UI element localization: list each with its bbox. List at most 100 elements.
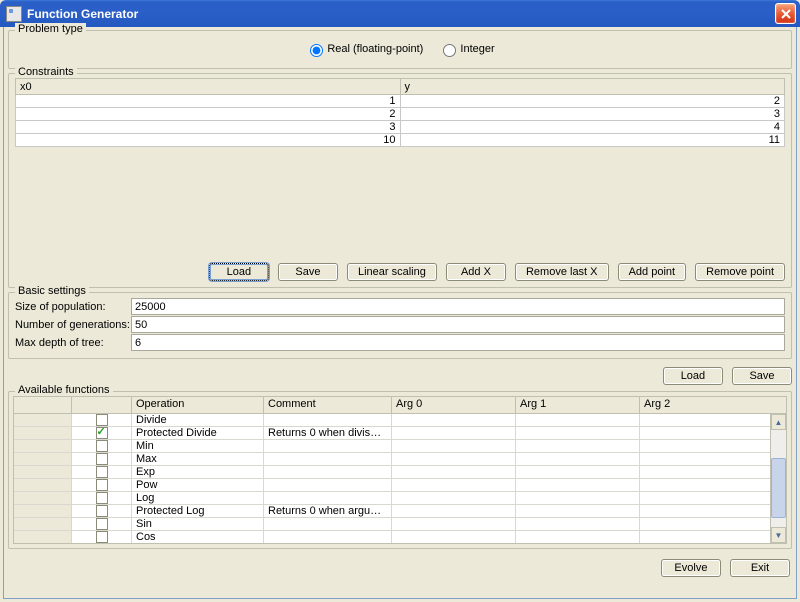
function-arg1[interactable]	[516, 414, 640, 426]
constraints-row[interactable]: 23	[16, 108, 785, 121]
exit-button[interactable]: Exit	[730, 559, 790, 577]
generations-input[interactable]	[131, 316, 785, 333]
remove-point-button[interactable]: Remove point	[695, 263, 785, 281]
function-checkbox-cell[interactable]	[72, 466, 132, 478]
function-arg1[interactable]	[516, 531, 640, 543]
scroll-down-button[interactable]: ▼	[771, 527, 786, 543]
load-constraints-button[interactable]: Load	[209, 263, 269, 281]
function-arg0[interactable]	[392, 492, 516, 504]
function-arg1[interactable]	[516, 479, 640, 491]
function-checkbox[interactable]	[96, 414, 108, 426]
radio-real-input[interactable]	[310, 44, 323, 57]
function-arg2[interactable]	[640, 492, 786, 504]
constraints-cell-x0[interactable]: 2	[16, 108, 401, 121]
scroll-up-button[interactable]: ▲	[771, 414, 786, 430]
function-checkbox-cell[interactable]	[72, 427, 132, 439]
functions-scrollbar[interactable]: ▲ ▼	[770, 414, 786, 543]
function-row[interactable]: Min	[14, 440, 786, 453]
function-arg1[interactable]	[516, 427, 640, 439]
function-row[interactable]: Log	[14, 492, 786, 505]
function-arg2[interactable]	[640, 518, 786, 530]
function-arg2[interactable]	[640, 414, 786, 426]
function-arg1[interactable]	[516, 466, 640, 478]
function-arg2[interactable]	[640, 453, 786, 465]
function-arg1[interactable]	[516, 453, 640, 465]
scroll-thumb[interactable]	[771, 458, 786, 518]
function-row[interactable]: Protected DivideReturns 0 when divisor i…	[14, 427, 786, 440]
function-arg0[interactable]	[392, 414, 516, 426]
constraints-cell-x0[interactable]: 10	[16, 134, 401, 147]
function-checkbox-cell[interactable]	[72, 518, 132, 530]
constraints-cell-y[interactable]: 4	[400, 121, 785, 134]
constraints-header-y[interactable]: y	[400, 79, 785, 95]
functions-header-arg1[interactable]: Arg 1	[516, 397, 640, 413]
function-checkbox[interactable]	[96, 492, 108, 504]
function-row[interactable]: Divide	[14, 414, 786, 427]
function-arg0[interactable]	[392, 427, 516, 439]
function-row[interactable]: Cos	[14, 531, 786, 544]
radio-real[interactable]: Real (floating-point)	[305, 41, 423, 57]
function-checkbox-cell[interactable]	[72, 531, 132, 543]
function-checkbox-cell[interactable]	[72, 453, 132, 465]
scroll-track[interactable]	[771, 430, 786, 527]
function-arg2[interactable]	[640, 466, 786, 478]
function-arg1[interactable]	[516, 440, 640, 452]
save-constraints-button[interactable]: Save	[278, 263, 338, 281]
function-row[interactable]: Pow	[14, 479, 786, 492]
function-checkbox[interactable]	[96, 427, 108, 439]
function-arg0[interactable]	[392, 531, 516, 543]
linear-scaling-button[interactable]: Linear scaling	[347, 263, 437, 281]
functions-table[interactable]: Operation Comment Arg 0 Arg 1 Arg 2 Divi…	[13, 396, 787, 544]
function-arg2[interactable]	[640, 479, 786, 491]
add-point-button[interactable]: Add point	[618, 263, 686, 281]
function-arg2[interactable]	[640, 505, 786, 517]
functions-header-operation[interactable]: Operation	[132, 397, 264, 413]
function-checkbox-cell[interactable]	[72, 505, 132, 517]
function-arg0[interactable]	[392, 479, 516, 491]
constraints-row[interactable]: 12	[16, 95, 785, 108]
function-checkbox-cell[interactable]	[72, 492, 132, 504]
function-row[interactable]: Protected LogReturns 0 when argument is …	[14, 505, 786, 518]
function-arg2[interactable]	[640, 440, 786, 452]
function-row[interactable]: Max	[14, 453, 786, 466]
function-arg0[interactable]	[392, 453, 516, 465]
function-arg0[interactable]	[392, 505, 516, 517]
add-x-button[interactable]: Add X	[446, 263, 506, 281]
function-arg0[interactable]	[392, 466, 516, 478]
constraints-table[interactable]: x0 y 1223341011	[15, 78, 785, 147]
function-arg2[interactable]	[640, 427, 786, 439]
function-checkbox[interactable]	[96, 518, 108, 530]
function-arg1[interactable]	[516, 505, 640, 517]
function-checkbox[interactable]	[96, 440, 108, 452]
evolve-button[interactable]: Evolve	[661, 559, 721, 577]
function-checkbox[interactable]	[96, 479, 108, 491]
close-button[interactable]	[775, 3, 796, 24]
function-checkbox[interactable]	[96, 466, 108, 478]
function-arg2[interactable]	[640, 531, 786, 543]
save-settings-button[interactable]: Save	[732, 367, 792, 385]
function-arg1[interactable]	[516, 492, 640, 504]
function-checkbox[interactable]	[96, 531, 108, 543]
constraints-cell-y[interactable]: 3	[400, 108, 785, 121]
constraints-cell-x0[interactable]: 1	[16, 95, 401, 108]
size-input[interactable]	[131, 298, 785, 315]
function-row[interactable]: Exp	[14, 466, 786, 479]
depth-input[interactable]	[131, 334, 785, 351]
function-arg0[interactable]	[392, 518, 516, 530]
functions-header-comment[interactable]: Comment	[264, 397, 392, 413]
function-arg1[interactable]	[516, 518, 640, 530]
constraints-header-x0[interactable]: x0	[16, 79, 401, 95]
functions-header-arg2[interactable]: Arg 2	[640, 397, 786, 413]
function-checkbox-cell[interactable]	[72, 414, 132, 426]
function-checkbox[interactable]	[96, 453, 108, 465]
constraints-row[interactable]: 34	[16, 121, 785, 134]
constraints-cell-y[interactable]: 2	[400, 95, 785, 108]
function-row[interactable]: Sin	[14, 518, 786, 531]
remove-last-x-button[interactable]: Remove last X	[515, 263, 609, 281]
load-settings-button[interactable]: Load	[663, 367, 723, 385]
function-checkbox-cell[interactable]	[72, 440, 132, 452]
radio-integer-input[interactable]	[443, 44, 456, 57]
functions-header-blank1[interactable]	[14, 397, 72, 413]
functions-header-blank2[interactable]	[72, 397, 132, 413]
functions-header-arg0[interactable]: Arg 0	[392, 397, 516, 413]
